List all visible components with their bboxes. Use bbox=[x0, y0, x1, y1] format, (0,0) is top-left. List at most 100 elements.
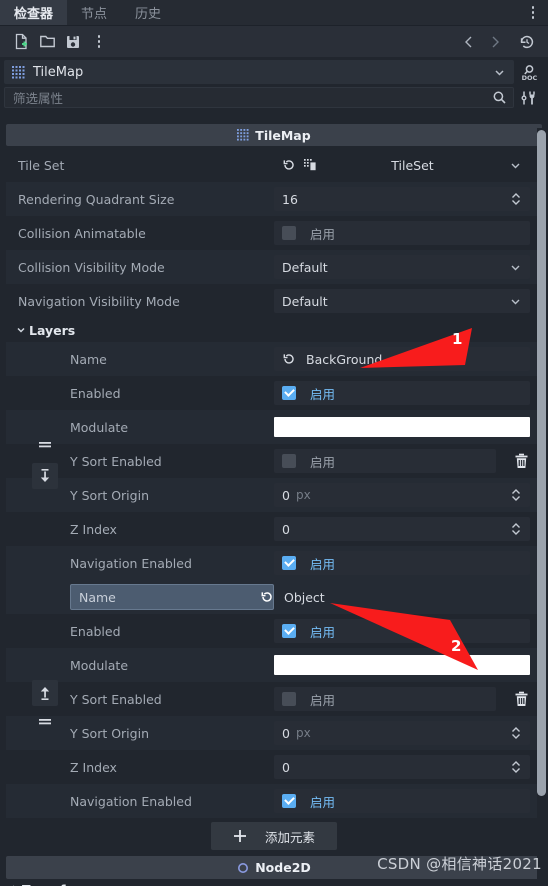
group-header-transform[interactable]: Transform bbox=[0, 879, 548, 886]
object-selector-row: TileMap DOC bbox=[0, 58, 548, 84]
property-row-rendering-quadrant-size[interactable]: Rendering Quadrant Size 16 bbox=[6, 182, 542, 216]
layer-1-ysort-origin-row[interactable]: Y Sort Origin 0 px bbox=[6, 716, 542, 750]
floppy-save-icon bbox=[65, 34, 81, 50]
layer-0-name-value[interactable]: BackGround bbox=[306, 352, 522, 367]
class-header-label: TileMap bbox=[255, 127, 311, 143]
layer-1-enabled-row[interactable]: Enabled 启用 bbox=[6, 614, 542, 648]
updown-spinner-icon[interactable] bbox=[510, 192, 522, 206]
collision-animatable-checkbox[interactable] bbox=[282, 226, 296, 240]
transform-label: Transform bbox=[22, 882, 93, 886]
layer-0-gutter bbox=[30, 342, 60, 580]
move-up-icon bbox=[38, 685, 52, 701]
layer-1-ysort-label: 启用 bbox=[310, 692, 336, 708]
updown-spinner-icon[interactable] bbox=[510, 726, 522, 740]
layer-1-ysort-origin-value: 0 bbox=[282, 725, 290, 741]
layer-1-z-index-input[interactable]: 0 bbox=[274, 755, 530, 779]
layer-1-z-index-value: 0 bbox=[282, 759, 290, 775]
layer-1-name-row[interactable]: Name Object bbox=[6, 580, 542, 614]
move-up-button[interactable] bbox=[32, 680, 58, 706]
tab-history[interactable]: 历史 bbox=[121, 0, 175, 25]
nav-forward-button[interactable] bbox=[482, 29, 508, 55]
layer-1-modulate-swatch[interactable] bbox=[274, 655, 530, 675]
layer-1-ysort-checkbox[interactable] bbox=[282, 692, 296, 706]
layer-0-navigation-checkbox[interactable] bbox=[282, 556, 296, 570]
toolbar-more-button[interactable] bbox=[86, 29, 112, 55]
chevron-down-icon bbox=[509, 261, 522, 274]
layer-0-modulate-swatch[interactable] bbox=[274, 417, 530, 437]
layer-0-ysort-checkbox[interactable] bbox=[282, 454, 296, 468]
property-row-tile-set[interactable]: Tile Set TileSet bbox=[6, 148, 542, 182]
layer-1-name-value[interactable]: Object bbox=[284, 590, 522, 605]
updown-spinner-icon[interactable] bbox=[510, 488, 522, 502]
layer-0-ysort-origin-unit: px bbox=[295, 488, 311, 502]
chevron-down-icon[interactable] bbox=[493, 66, 506, 79]
layer-1-modulate-row[interactable]: Modulate bbox=[6, 648, 542, 682]
layer-1-enabled-checkbox[interactable] bbox=[282, 624, 296, 638]
layer-1-navigation-enabled-row[interactable]: Navigation Enabled 启用 bbox=[6, 784, 542, 818]
layer-0-enabled-row[interactable]: Enabled 启用 bbox=[6, 376, 542, 410]
layer-block-1: Name Object Enabled 启用 Modulate Y Sort E… bbox=[6, 580, 542, 818]
layer-0-z-index-row[interactable]: Z Index 0 bbox=[6, 512, 542, 546]
layer-0-ysort-enabled-row[interactable]: Y Sort Enabled 启用 bbox=[6, 444, 542, 478]
layer-0-ysort-origin-row[interactable]: Y Sort Origin 0 px bbox=[6, 478, 542, 512]
layer-0-delete-button[interactable] bbox=[508, 448, 534, 474]
chevron-down-icon[interactable] bbox=[509, 159, 522, 172]
move-down-button[interactable] bbox=[32, 463, 58, 489]
property-row-collision-animatable[interactable]: Collision Animatable 启用 bbox=[6, 216, 542, 250]
revert-icon[interactable] bbox=[260, 590, 274, 604]
add-element-button[interactable]: 添加元素 bbox=[210, 822, 337, 850]
collision-visibility-mode-dropdown[interactable]: Default bbox=[274, 255, 530, 279]
revert-icon[interactable] bbox=[282, 158, 296, 172]
resource-toolbar bbox=[0, 26, 548, 58]
layer-1-z-index-row[interactable]: Z Index 0 bbox=[6, 750, 542, 784]
collision-animatable-check-label: 启用 bbox=[310, 226, 336, 242]
layer-0-modulate-row[interactable]: Modulate bbox=[6, 410, 542, 444]
tab-node[interactable]: 节点 bbox=[67, 0, 121, 25]
layer-1-name-label[interactable]: Name bbox=[70, 584, 274, 610]
drag-handle-icon bbox=[38, 440, 52, 452]
drag-handle-button[interactable] bbox=[32, 433, 58, 459]
property-row-collision-visibility-mode[interactable]: Collision Visibility Mode Default bbox=[6, 250, 542, 284]
property-label: Collision Animatable bbox=[18, 225, 146, 241]
layer-1-navigation-label: 启用 bbox=[310, 794, 336, 810]
svg-text:DOC: DOC bbox=[521, 74, 537, 82]
trash-icon bbox=[514, 453, 529, 469]
history-button[interactable] bbox=[514, 29, 540, 55]
search-icon bbox=[492, 90, 507, 105]
filter-properties-input[interactable]: 筛选属性 bbox=[4, 87, 514, 108]
open-documentation-button[interactable]: DOC bbox=[514, 60, 544, 84]
filter-row: 筛选属性 bbox=[0, 84, 548, 110]
updown-spinner-icon[interactable] bbox=[510, 522, 522, 536]
move-down-icon bbox=[38, 468, 52, 484]
tab-node-label: 节点 bbox=[81, 7, 108, 22]
object-selector[interactable]: TileMap bbox=[4, 60, 514, 84]
layer-1-ysort-origin-input[interactable]: 0 px bbox=[274, 721, 530, 745]
layer-0-navigation-label: 启用 bbox=[310, 556, 336, 572]
node2d-circle-icon bbox=[237, 862, 249, 874]
layer-0-navigation-enabled-row[interactable]: Navigation Enabled 启用 bbox=[6, 546, 542, 580]
save-resource-button[interactable] bbox=[60, 29, 86, 55]
tabbar-overflow-button[interactable] bbox=[522, 0, 544, 25]
layer-0-ysort-origin-input[interactable]: 0 px bbox=[274, 483, 530, 507]
layer-1-navigation-checkbox[interactable] bbox=[282, 794, 296, 808]
object-tools-button[interactable] bbox=[514, 87, 544, 108]
node2d-label: Node2D bbox=[255, 860, 311, 875]
tab-inspector[interactable]: 检查器 bbox=[0, 0, 68, 25]
open-resource-button[interactable] bbox=[34, 29, 60, 55]
nav-back-button[interactable] bbox=[456, 29, 482, 55]
layer-1-delete-button[interactable] bbox=[508, 686, 534, 712]
navigation-visibility-mode-dropdown[interactable]: Default bbox=[274, 289, 530, 313]
updown-spinner-icon[interactable] bbox=[510, 760, 522, 774]
layer-0-enabled-checkbox[interactable] bbox=[282, 386, 296, 400]
rendering-quadrant-size-input[interactable]: 16 bbox=[274, 187, 530, 211]
property-row-navigation-visibility-mode[interactable]: Navigation Visibility Mode Default bbox=[6, 284, 542, 318]
layer-1-ysort-enabled-row[interactable]: Y Sort Enabled 启用 bbox=[6, 682, 542, 716]
new-resource-button[interactable] bbox=[8, 29, 34, 55]
inspector-scrollbar-thumb[interactable] bbox=[537, 130, 546, 796]
revert-icon[interactable] bbox=[282, 352, 296, 366]
tilemap-grid-icon bbox=[12, 65, 25, 79]
drag-handle-button[interactable] bbox=[32, 710, 58, 736]
history-revert-icon bbox=[518, 33, 536, 51]
tab-history-label: 历史 bbox=[135, 7, 162, 22]
layer-0-z-index-input[interactable]: 0 bbox=[274, 517, 530, 541]
